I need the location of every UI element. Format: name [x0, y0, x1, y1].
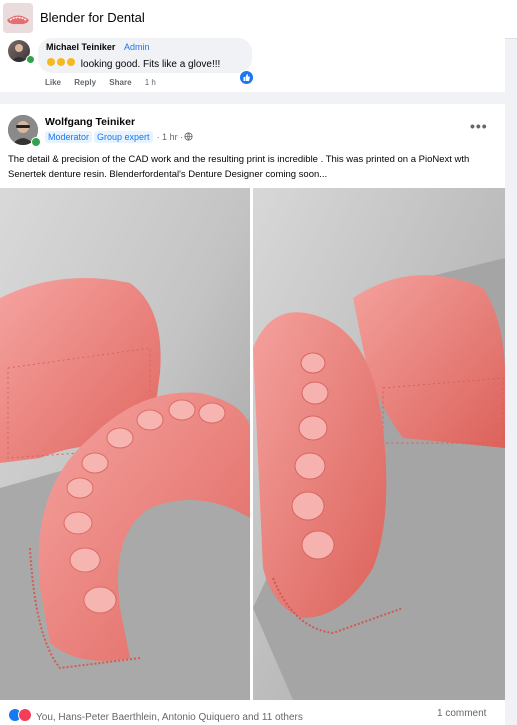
post-author-name[interactable]: Wolfgang Teiniker — [45, 116, 135, 128]
post-text: The detail & precision of the CAD work a… — [8, 154, 470, 180]
comment-author[interactable]: Michael Teiniker — [46, 42, 115, 52]
share-button[interactable]: Share — [109, 78, 131, 87]
post-timestamp[interactable]: · 1 hr · — [157, 132, 184, 142]
group-header: Blender for Dental — [0, 0, 517, 39]
comment-actions: Like Reply Share 1 h — [45, 78, 167, 87]
comment: Michael Teiniker Admin looking good. Fit… — [0, 38, 505, 92]
comment-timestamp[interactable]: 1 h — [145, 78, 156, 87]
reactions-summary[interactable]: You, Hans-Peter Baerthlein, Antonio Quiq… — [36, 712, 303, 723]
comment-text: looking good. Fits like a glove!!! — [80, 59, 221, 70]
comments-count[interactable]: 1 comment — [437, 708, 486, 719]
comment-bubble: Michael Teiniker Admin looking good. Fit… — [38, 38, 252, 73]
online-indicator — [31, 137, 41, 147]
like-reaction-icon[interactable] — [239, 70, 254, 85]
group-avatar[interactable] — [3, 3, 33, 33]
post-meta: Moderator Group expert · 1 hr · — [45, 131, 193, 143]
admin-badge: Admin — [124, 42, 150, 52]
love-reaction-icon — [18, 708, 32, 722]
reply-button[interactable]: Reply — [74, 78, 96, 87]
globe-icon — [184, 132, 193, 143]
post: Wolfgang Teiniker Moderator Group expert ·… — [0, 104, 505, 725]
group-expert-badge[interactable]: Group expert — [94, 131, 153, 143]
comment-text-line: looking good. Fits like a glove!!! — [46, 57, 220, 70]
clap-emoji-icon — [46, 57, 78, 69]
moderator-badge[interactable]: Moderator — [45, 131, 93, 143]
more-options-icon[interactable]: ••• — [470, 118, 488, 134]
online-indicator — [26, 55, 35, 64]
post-photo-left[interactable] — [0, 188, 250, 700]
group-title[interactable]: Blender for Dental — [40, 10, 145, 25]
post-reactions[interactable]: You, Hans-Peter Baerthlein, Antonio Quiq… — [8, 708, 303, 723]
like-button[interactable]: Like — [45, 78, 61, 87]
post-photo-right[interactable] — [253, 188, 505, 700]
